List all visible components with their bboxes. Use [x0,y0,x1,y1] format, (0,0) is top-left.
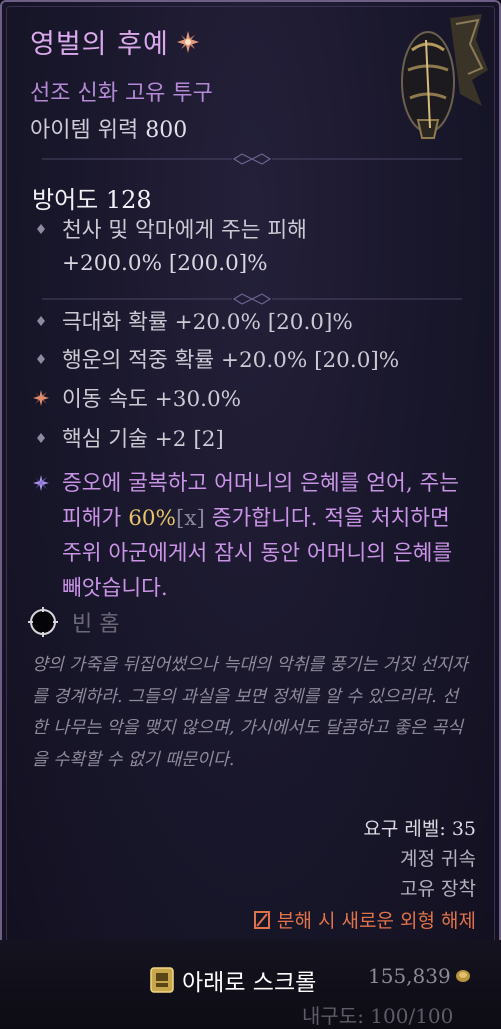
implicit-affix-value: +200.0% [200.0]% [62,251,268,276]
gold-coin-icon [455,970,470,982]
empty-socket: 빈 홈 [28,606,119,638]
gold-amount: 155,839 [368,964,451,988]
durability: 내구도: 100/100 [302,1004,454,1028]
salvage-label: 분해 시 새로운 외형 해제 [277,910,476,932]
item-power-label: 아이템 위력 [30,118,139,143]
affix-move-speed: 이동 속도 +30.0% [62,387,242,412]
scroll-label: 아래로 스크롤 [182,970,317,996]
diamond-bullet-icon [37,433,45,443]
affix-crit-chance: 극대화 확률 +20.0% [20.0]% [62,310,353,335]
scroll-key-icon [150,967,174,993]
armor-stat: 방어도 128 [32,186,152,214]
diamond-bullet-icon [37,224,45,234]
socket-label: 빈 홈 [72,612,120,637]
item-power: 아이템 위력 800 [30,112,187,144]
affix-row: 행운의 적중 확률 +20.0% [20.0]% [32,344,399,377]
implicit-affix-row: 천사 및 악마에게 주는 피해 +200.0% [200.0]% [32,214,307,280]
flavor-text: 양의 가죽을 뒤집어썼으나 늑대의 악취를 풍기는 거짓 선지자를 경계하라. … [32,655,468,770]
affix-row: 이동 속도 +30.0% [32,383,241,416]
item-power-value: 800 [145,118,188,143]
diamond-bullet-icon [37,316,45,326]
required-level: 요구 레벨: 35 [363,818,476,840]
scroll-down-button[interactable]: 아래로 스크롤 [150,963,316,997]
helmet-icon [401,14,488,139]
affix-row: 핵심 기술 +2 [2] [32,423,224,456]
greater-affix-star-icon [33,390,49,406]
unique-power: 증오에 굴복하고 어머니의 은혜를 얻어, 주는 피해가 60%[x] 증가합니… [32,466,472,606]
item-title: 영벌의 후예 [30,22,199,61]
mythic-star-icon [176,30,199,53]
diamond-bullet-icon [37,354,45,364]
unique-equipped: 고유 장착 [400,878,476,900]
item-name: 영벌의 후예 [30,29,169,60]
sell-value: 155,839 [368,964,471,988]
affix-core-skills: 핵심 기술 +2 [2] [62,427,224,452]
salvage-transmog: 분해 시 새로운 외형 해제 [253,906,476,933]
implicit-affix-label: 천사 및 악마에게 주는 피해 [62,218,307,243]
affix-lucky-hit: 행운의 적중 확률 +20.0% [20.0]% [62,348,400,373]
unique-power-value: 60% [128,506,176,531]
affix-row: 극대화 확률 +20.0% [20.0]% [32,306,353,339]
account-bound: 계정 귀속 [400,848,476,870]
socket-ring-icon [28,607,58,637]
section-divider [42,153,462,165]
item-type: 선조 신화 고유 투구 [30,81,213,106]
section-divider [42,293,462,305]
unique-star-icon [33,475,49,491]
transmog-icon [254,910,271,929]
item-tooltip: 영벌의 후예 선조 신화 고유 투구 아이템 위력 800 방어도 128 천사… [0,0,501,1028]
unique-power-bracket: [x] [175,506,205,531]
